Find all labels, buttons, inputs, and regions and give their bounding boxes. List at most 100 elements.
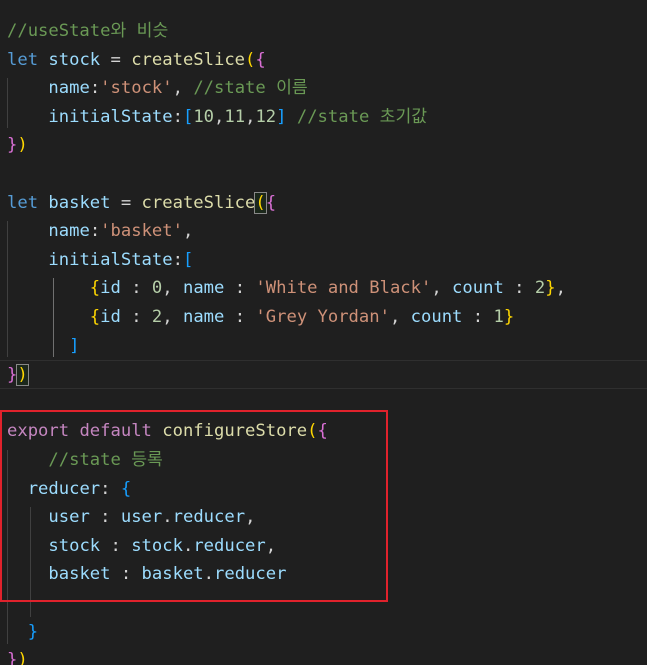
code-token: . [203,564,214,585]
code-token: : [120,307,152,327]
code-token: , [245,106,256,127]
code-token: createSlice [131,49,246,70]
code-token: , [162,278,183,299]
code-token: default [79,421,152,442]
code-token: createSlice [141,192,256,213]
code-token: , [245,507,256,528]
code-token: { [89,278,101,299]
code-token: 12 [255,106,277,127]
code-token: { [89,307,101,327]
code-token: id [100,278,121,299]
code-token: , [172,78,194,99]
code-line[interactable]: basket : basket.reducer [0,560,647,589]
code-token: ) [17,650,28,665]
code-token: 'stock' [100,78,173,99]
code-token: . [182,535,194,556]
code-token: { [120,478,132,499]
code-token: name [48,78,90,99]
code-line[interactable]: name:'stock', //state 이름 [0,74,647,103]
code-token: [ [182,106,194,127]
code-token: user [48,507,90,528]
code-token: 10 [193,106,215,127]
code-line[interactable]: } [0,618,647,647]
code-token: count [410,307,463,327]
code-editor[interactable]: //useState와 비슷 let stock = createSlice({ … [0,0,647,665]
code-token: stock [131,535,183,556]
code-token: [ [182,249,194,270]
code-line[interactable]: }) [0,360,647,389]
code-token: 11 [224,106,246,127]
code-token: } [7,135,18,156]
code-token: ] [69,335,80,356]
code-token: : [503,278,535,299]
code-line[interactable]: ] [0,332,647,361]
code-token: //state 이름 [193,78,308,99]
code-token: : [224,278,256,299]
code-token: : [224,307,256,327]
code-token: : [89,221,101,242]
code-line[interactable]: {id : 0, name : 'White and Black', count… [0,274,647,303]
code-line[interactable]: //useState와 비슷 [0,17,647,46]
code-line[interactable]: export default configureStore({ [0,417,647,446]
code-token: 0 [151,278,163,299]
code-token: , [182,221,194,242]
code-token: : [110,564,142,585]
code-line[interactable]: let basket = createSlice({ [0,189,647,218]
code-token: : [172,106,183,127]
code-line[interactable]: name:'basket', [0,217,647,246]
code-token: } [27,621,39,642]
code-line[interactable]: }) [0,131,647,160]
code-token: } [503,307,515,327]
code-token: } [7,650,18,665]
code-token: ] [276,106,287,127]
code-token: 'Grey Yordan' [255,307,390,327]
code-token: stock [48,535,101,556]
code-line[interactable] [0,389,647,418]
code-line[interactable]: //state 등록 [0,446,647,475]
code-token: name [48,221,90,242]
code-line[interactable]: initialState:[ [0,246,647,275]
code-token: : [100,478,121,499]
code-line[interactable]: user : user.reducer, [0,503,647,532]
code-line[interactable]: }) [0,646,647,665]
code-token: 'White and Black' [255,278,432,299]
code-token: . [162,507,173,528]
code-line[interactable] [0,160,647,189]
code-token: { [317,421,328,442]
code-line[interactable]: let stock = createSlice({ [0,46,647,75]
code-token: let [7,192,39,213]
code-token: initialState [48,249,173,270]
code-token: configureStore [162,421,308,442]
code-token: basket [141,564,204,585]
code-token: : [100,535,132,556]
code-line[interactable]: reducer: { [0,475,647,504]
code-token: 'basket' [100,221,183,242]
code-token: let [7,49,39,70]
code-token: reducer [172,507,246,528]
code-token: , [265,535,277,556]
code-token: , [431,278,453,299]
code-line[interactable]: initialState:[10,11,12] //state 초기값 [0,103,647,132]
code-token: name [182,278,225,299]
code-token: //useState와 비슷 [7,21,169,41]
code-token: reducer [214,564,287,585]
code-token: , [555,278,566,299]
code-line[interactable] [0,589,647,618]
code-token: initialState [48,106,173,127]
code-line[interactable]: {id : 2, name : 'Grey Yordan', count : 1… [0,303,647,332]
code-token: basket [48,192,111,213]
code-line[interactable]: stock : stock.reducer, [0,532,647,561]
code-token: 1 [493,307,504,327]
